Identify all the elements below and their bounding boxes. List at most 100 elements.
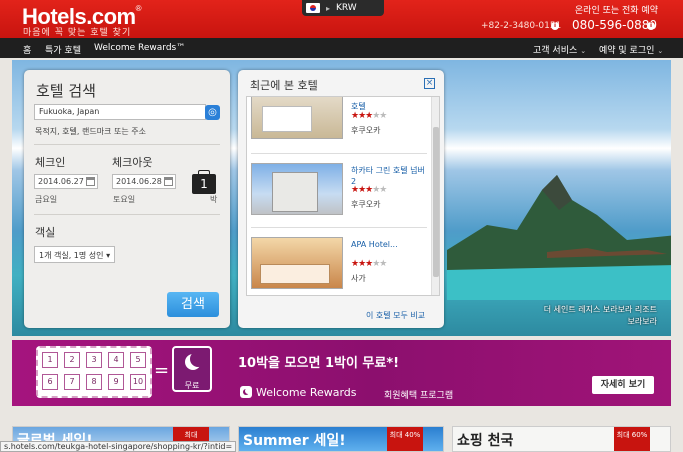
- promo-title: Summer 세일!: [243, 433, 346, 449]
- list-item[interactable]: 호텔 ★★★★★ 후쿠오카: [251, 97, 427, 147]
- moon-icon: [185, 354, 201, 370]
- info-icon[interactable]: i: [647, 22, 655, 30]
- hotel-city: 후쿠오카: [351, 126, 381, 135]
- nights-count: 1: [192, 170, 216, 194]
- rooms-label: 객실: [35, 226, 56, 239]
- rewards-headline: 10박을 모으면 1박이 무료*!: [238, 356, 400, 371]
- free-night-badge: 무료: [172, 346, 212, 392]
- stamp-card: 1 2 3 4 5 6 7 8 9 10: [36, 346, 152, 398]
- nav-customer-service[interactable]: 고객 서비스 ⌄: [533, 43, 586, 56]
- learn-more-button[interactable]: 자세히 보기: [592, 376, 654, 394]
- checkin-label: 체크인: [35, 156, 66, 169]
- equals-sign: =: [154, 360, 170, 381]
- chevron-down-icon: ⌄: [580, 47, 587, 55]
- nights-label: 박: [210, 195, 218, 204]
- hotel-thumbnail[interactable]: [251, 97, 343, 139]
- checkout-date-field[interactable]: 2014.06.28: [112, 174, 176, 189]
- nav-deals[interactable]: 특가 호텔: [45, 43, 81, 56]
- destination-hint: 목적지, 호텔, 랜드마크 또는 주소: [35, 127, 146, 136]
- destination-input[interactable]: Fukuoka, Japan: [34, 104, 206, 120]
- phone-primary: +82-2-3480-0151: [481, 21, 562, 31]
- nav-home[interactable]: 홈: [23, 43, 31, 56]
- hero-caption: 더 세인트 레지스 보라보라 리조트 보라보라: [544, 304, 657, 328]
- promo-title: 쇼핑 천국: [457, 433, 514, 449]
- search-button[interactable]: 검색: [167, 292, 219, 317]
- divider: [34, 214, 220, 215]
- hotel-name-link[interactable]: 하카타 그린 호텔 넘버 2: [351, 165, 427, 187]
- stamp: 9: [108, 374, 124, 390]
- hotel-thumbnail[interactable]: [251, 237, 343, 289]
- star-rating: ★★★★★: [351, 185, 387, 195]
- main-nav: 홈 특가 호텔 Welcome Rewards™ 고객 서비스 ⌄ 예약 및 로그…: [0, 38, 683, 58]
- chevron-down-icon: ⌄: [657, 47, 664, 55]
- chevron-right-icon: ▸: [326, 3, 331, 13]
- welcome-rewards-subtitle: 회원혜택 프로그램: [384, 391, 454, 401]
- checkin-weekday: 금요일: [35, 195, 58, 204]
- nav-welcome-rewards[interactable]: Welcome Rewards™: [94, 43, 185, 53]
- stamp: 7: [64, 374, 80, 390]
- promo-tag: 최대 60%: [614, 427, 650, 451]
- divider: [251, 227, 427, 228]
- rooms-select[interactable]: 1개 객실, 1명 성인 ▾: [34, 246, 116, 263]
- stamp: 3: [86, 352, 102, 368]
- hotel-city: 사가: [351, 274, 366, 283]
- stamp: 10: [130, 374, 146, 390]
- welcome-rewards-name: Welcome Rewards: [256, 386, 357, 399]
- stamp: 8: [86, 374, 102, 390]
- recently-viewed-title: 최근에 본 호텔: [250, 79, 318, 92]
- close-icon[interactable]: ×: [424, 78, 435, 89]
- stamp: 6: [42, 374, 58, 390]
- logo-registered-mark: ®: [135, 4, 142, 13]
- locate-icon[interactable]: ◎: [205, 105, 220, 120]
- island-mountain-image: [447, 175, 671, 300]
- hotel-thumbnail[interactable]: [251, 163, 343, 215]
- list-item[interactable]: 하카타 그린 호텔 넘버 2 ★★★★★ 후쿠오카: [251, 163, 427, 223]
- welcome-rewards-logo-icon: [240, 386, 252, 398]
- status-bar-url: s.hotels.com/teukga-hotel-singapore/shop…: [0, 441, 237, 452]
- contact-label: 온라인 또는 전화 예약: [574, 6, 658, 16]
- recent-hotel-list[interactable]: 호텔 ★★★★★ 후쿠오카 하카타 그린 호텔 넘버 2 ★★★★★ 후쿠오카 …: [246, 96, 440, 296]
- promo-tile-summer-sale[interactable]: Summer 세일! 최대 40%: [238, 426, 444, 452]
- rooms-select-value: 1개 객실, 1명 성인: [39, 251, 104, 260]
- divider: [34, 144, 220, 145]
- calendar-icon[interactable]: [164, 177, 173, 186]
- free-label: 무료: [184, 381, 200, 390]
- checkin-date-field[interactable]: 2014.06.27: [34, 174, 98, 189]
- hotel-search-panel: 호텔 검색 Fukuoka, Japan ◎ 목적지, 호텔, 랜드마크 또는 …: [24, 70, 230, 328]
- hero-caption-location: 보라보라: [627, 317, 657, 326]
- compare-all-link[interactable]: 이 호텔 모두 비교: [366, 310, 425, 321]
- currency-code: KRW: [336, 3, 357, 13]
- phone-secondary: 080-596-0880: [572, 18, 658, 32]
- hero-caption-title: 더 세인트 레지스 보라보라 리조트: [543, 305, 657, 314]
- checkout-weekday: 토요일: [113, 195, 136, 204]
- hotel-name-link[interactable]: APA Hotel...: [351, 239, 398, 250]
- divider: [251, 153, 427, 154]
- stamp: 1: [42, 352, 58, 368]
- promo-tag: 최대 40%: [387, 427, 423, 451]
- scrollbar[interactable]: [431, 97, 439, 295]
- promo-tile-shopping[interactable]: 쇼핑 천국 최대 60%: [452, 426, 671, 452]
- list-item[interactable]: APA Hotel... ★★★★★ 사가: [251, 237, 427, 295]
- nav-bookings-login[interactable]: 예약 및 로그인 ⌄: [599, 43, 663, 56]
- welcome-rewards-banner[interactable]: 1 2 3 4 5 6 7 8 9 10 = 무료 10박을 모으면 1박이 무…: [12, 340, 671, 406]
- search-title: 호텔 검색: [36, 82, 96, 100]
- currency-selector[interactable]: ▸ KRW: [302, 0, 384, 16]
- nav-customer-service-label: 고객 서비스: [533, 46, 578, 56]
- checkout-date-value: 2014.06.28: [116, 177, 162, 186]
- tagline: 마음에 꼭 맞는 호텔 찾기: [23, 28, 132, 38]
- checkin-date-value: 2014.06.27: [38, 177, 84, 186]
- star-rating: ★★★★★: [351, 111, 387, 121]
- recently-viewed-panel: 최근에 본 호텔 × 호텔 ★★★★★ 후쿠오카 하카타 그린 호텔 넘버 2 …: [238, 70, 444, 328]
- scrollbar-thumb[interactable]: [433, 127, 439, 277]
- stamp: 2: [64, 352, 80, 368]
- info-icon[interactable]: i: [551, 22, 559, 30]
- hotel-city: 후쿠오카: [351, 200, 381, 209]
- korea-flag-icon: [306, 3, 320, 13]
- stamp: 4: [108, 352, 124, 368]
- star-rating: ★★★★★: [351, 259, 387, 269]
- nav-bookings-login-label: 예약 및 로그인: [599, 46, 655, 56]
- calendar-icon[interactable]: [86, 177, 95, 186]
- site-header: Hotels.com® 마음에 꼭 맞는 호텔 찾기 ▸ KRW 온라인 또는 …: [0, 0, 683, 38]
- dropdown-arrow-icon: ▾: [106, 251, 111, 260]
- stamp: 5: [130, 352, 146, 368]
